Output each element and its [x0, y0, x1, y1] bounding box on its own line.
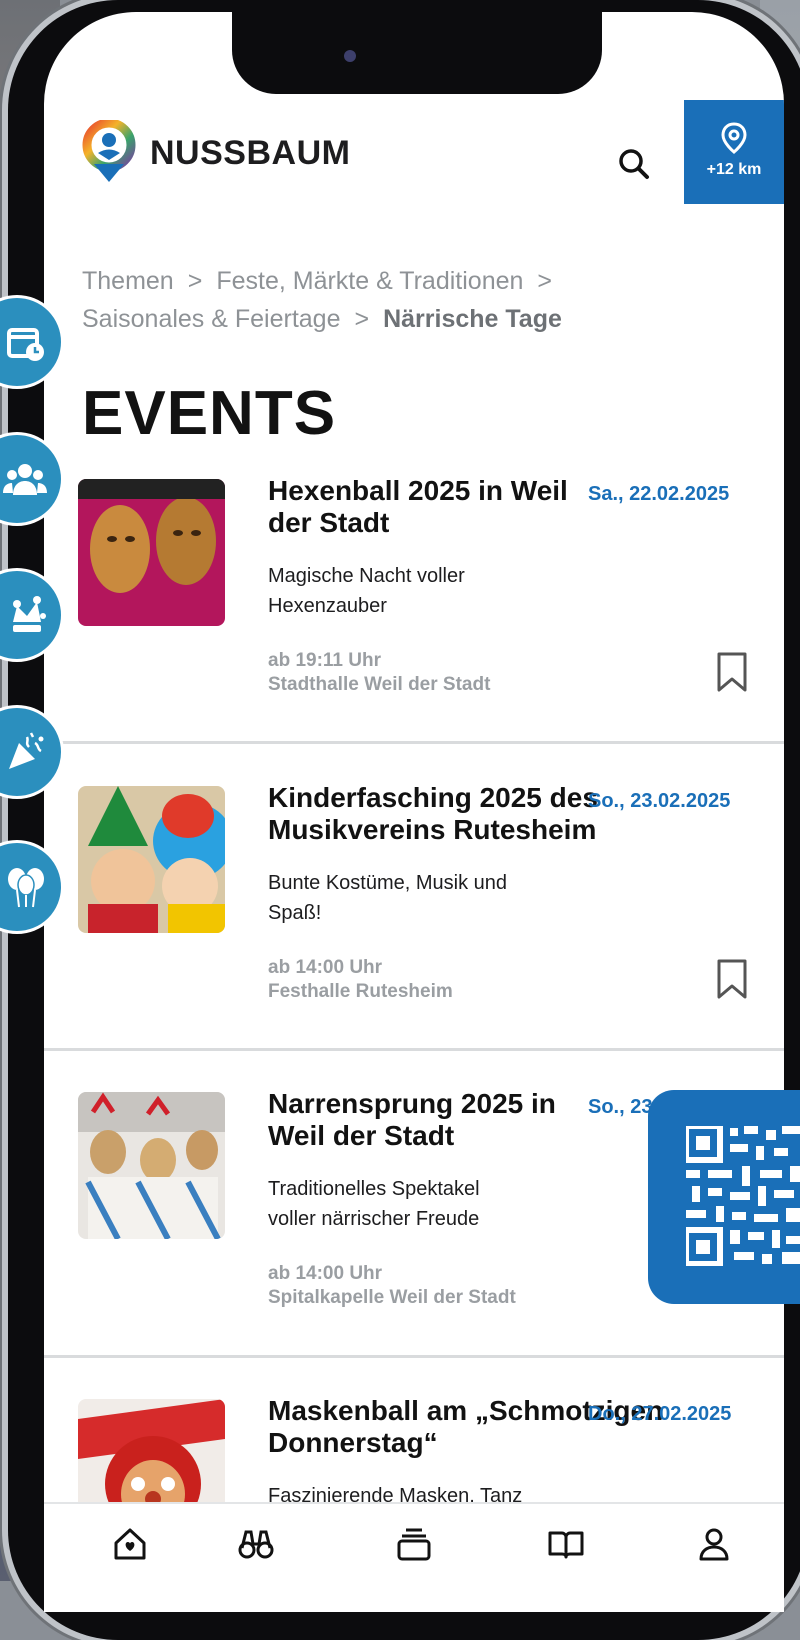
app-screen: NUSSBAUM +12 km Themen > Feste, Märkte & T…	[44, 12, 784, 1612]
event-time: ab 14:00 Uhr	[268, 1263, 383, 1284]
event-date: So., 23.02.2025	[588, 790, 731, 812]
nav-home-button[interactable]	[110, 1524, 150, 1564]
camera-icon	[344, 50, 356, 62]
event-location: Festhalle Rutesheim	[268, 981, 453, 1002]
brand-name: NUSSBAUM	[150, 133, 351, 172]
nav-read-button[interactable]	[546, 1524, 586, 1564]
bottom-navigation	[44, 1502, 784, 1612]
phone-notch	[232, 12, 602, 94]
divider	[44, 1048, 784, 1051]
breadcrumb-item[interactable]: Themen	[82, 267, 174, 295]
qr-code-icon	[683, 1123, 800, 1267]
event-image	[78, 786, 225, 933]
bookmark-button[interactable]	[716, 651, 748, 693]
nav-profile-button[interactable]	[694, 1524, 734, 1564]
location-radius-button[interactable]: +12 km	[684, 100, 784, 204]
breadcrumb-separator-icon: >	[537, 267, 553, 295]
home-icon	[114, 1528, 146, 1560]
breadcrumb-item[interactable]: Saisonales & Feiertage	[82, 305, 340, 333]
bookmark-button[interactable]	[716, 958, 748, 1000]
brand-logo[interactable]: NUSSBAUM	[80, 118, 351, 186]
phone-frame: NUSSBAUM +12 km Themen > Feste, Märkte & T…	[8, 0, 800, 1640]
collections-icon	[397, 1528, 431, 1561]
search-icon	[619, 149, 649, 179]
event-card[interactable]: Kinderfasching 2025 des Musikvereins Rut…	[44, 782, 784, 1092]
event-image	[78, 479, 225, 626]
profile-icon	[699, 1528, 729, 1561]
event-description: Magische Nacht voller Hexenzauber	[268, 565, 465, 617]
logo-pin-icon	[80, 118, 138, 186]
event-image	[78, 1092, 225, 1239]
breadcrumb-separator-icon: >	[187, 267, 203, 295]
event-time: ab 19:11 Uhr	[268, 650, 381, 671]
nav-explore-button[interactable]	[236, 1524, 276, 1564]
event-location: Stadthalle Weil der Stadt	[268, 674, 491, 695]
location-pin-icon	[684, 122, 784, 159]
event-location: Spitalkapelle Weil der Stadt	[268, 1287, 516, 1308]
event-date: Sa., 22.02.2025	[588, 483, 730, 505]
event-date: Do., 27.02.2025	[588, 1403, 732, 1425]
nav-collections-button[interactable]	[394, 1524, 434, 1564]
breadcrumb-item[interactable]: Feste, Märkte & Traditionen	[216, 267, 523, 295]
breadcrumb-separator-icon: >	[354, 305, 370, 333]
page-title: EVENTS	[82, 379, 337, 448]
event-time: ab 14:00 Uhr	[268, 957, 383, 978]
binoculars-icon	[238, 1530, 274, 1559]
event-description: Traditionelles Spektakel voller närrisch…	[268, 1178, 480, 1230]
bookmark-icon	[717, 959, 747, 999]
bookmark-icon	[717, 652, 747, 692]
breadcrumb-current: Närrische Tage	[383, 305, 562, 333]
party-popper-icon	[9, 732, 44, 769]
group-icon	[3, 464, 47, 495]
event-date: So., 23	[588, 1096, 653, 1118]
balloons-icon	[8, 868, 44, 908]
event-description: Bunte Kostüme, Musik und Spaß!	[268, 872, 508, 924]
event-card[interactable]: Hexenball 2025 in Weil der Stadt Sa., 22…	[44, 475, 784, 785]
breadcrumb: Themen > Feste, Märkte & Traditionen > Sais…	[82, 262, 722, 338]
qr-code-panel[interactable]	[648, 1090, 800, 1304]
distance-label: +12 km	[706, 161, 762, 178]
jester-hat-icon	[13, 596, 46, 632]
divider	[44, 741, 784, 744]
event-title[interactable]: Narrensprung 2025 in Weil der Stadt	[268, 1088, 568, 1152]
calendar-clock-icon	[7, 328, 44, 361]
divider	[44, 1355, 784, 1358]
search-button[interactable]	[614, 144, 654, 184]
book-icon	[548, 1531, 584, 1559]
event-title[interactable]: Hexenball 2025 in Weil der Stadt	[268, 475, 568, 539]
